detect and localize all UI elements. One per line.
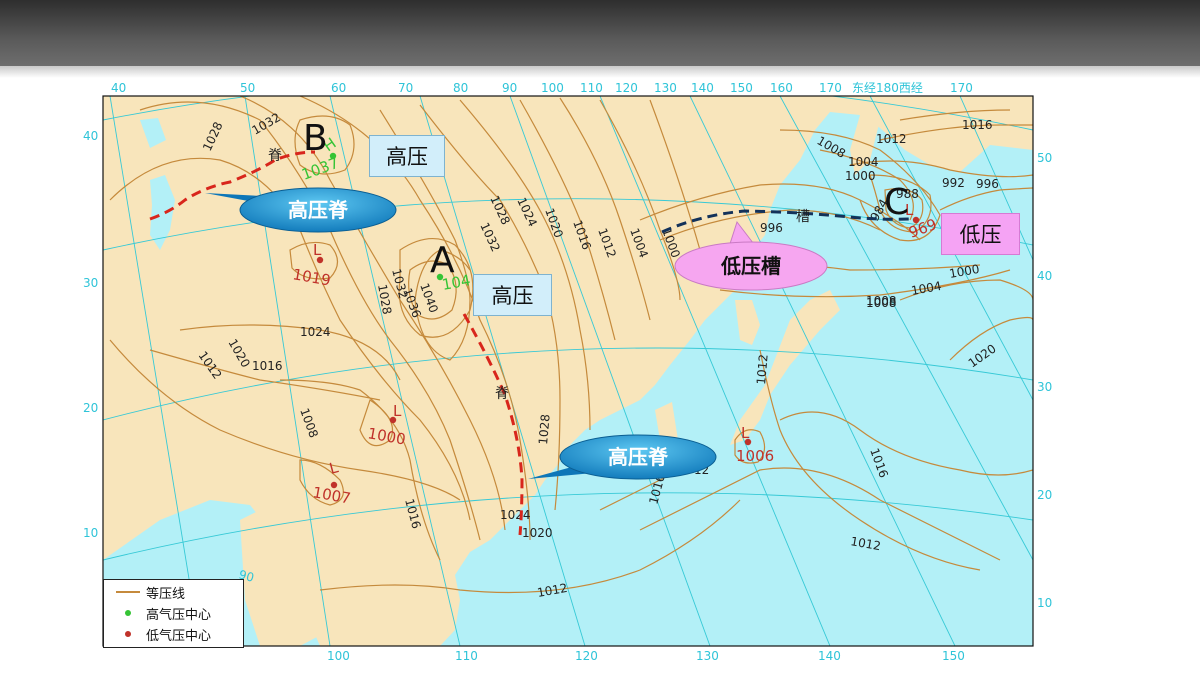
lon-label-top: 50 [240, 81, 255, 95]
lon-label-bottom: 130 [696, 649, 719, 663]
label-high-pressure-1: 高压 [369, 135, 445, 177]
svg-text:L: L [741, 424, 750, 442]
lon-label-top: 70 [398, 81, 413, 95]
lat-label-right: 50 [1037, 151, 1052, 165]
isobar-label: 1012 [754, 354, 771, 386]
legend-isobar: 等压线 [110, 582, 185, 602]
svg-text:高压脊: 高压脊 [608, 445, 669, 469]
isobar-label: 1028 [536, 414, 553, 446]
isobar-label: 1008 [866, 294, 897, 308]
svg-text:L: L [393, 402, 402, 420]
isobar-label: 996 [760, 221, 783, 235]
map-legend: 等压线 高气压中心 低气压中心 [103, 579, 244, 648]
lon-label-top: 60 [331, 81, 346, 95]
isobar-label: 1004 [848, 155, 879, 169]
ridge-mark: 脊 [495, 386, 509, 402]
lon-label-top: 120 [615, 81, 638, 95]
isobar-label: 1024 [300, 325, 331, 339]
lat-label-right: 40 [1037, 269, 1052, 283]
isobar-label: 1000 [845, 169, 876, 183]
lat-label-left: 20 [83, 401, 98, 415]
isobar-label: 1024 [500, 508, 531, 522]
lat-label-left: 10 [83, 526, 98, 540]
legend-high: 高气压中心 [110, 603, 211, 623]
letter-B: B [303, 118, 328, 159]
lat-label-left: 40 [83, 129, 98, 143]
lon-label-top: 40 [111, 81, 126, 95]
lon-label-top: 110 [580, 81, 603, 95]
lon-label-top: 140 [691, 81, 714, 95]
svg-text:1006: 1006 [736, 447, 774, 465]
weather-map: 40 50 60 70 80 90 100 110 120 130 140 15… [80, 80, 1058, 663]
lon-label-top: 160 [770, 81, 793, 95]
isobar-label: 1016 [962, 118, 993, 132]
lon-label-top: 130 [654, 81, 677, 95]
label-high-pressure-2: 高压 [473, 274, 552, 316]
ridge-mark: 脊 [268, 148, 282, 164]
lon-label-bottom: 110 [455, 649, 478, 663]
lon-label-top: 150 [730, 81, 753, 95]
isobar-label: 1020 [522, 526, 553, 540]
lon-label-bottom: 150 [942, 649, 965, 663]
low-dot-icon [125, 631, 131, 637]
lon-label-bottom: 120 [575, 649, 598, 663]
svg-text:L: L [313, 241, 322, 259]
trough-mark: 槽 [796, 209, 810, 225]
isobar-label: 1012 [876, 132, 907, 146]
lat-label-right: 30 [1037, 380, 1052, 394]
lon-label-top: 东经180西经 [852, 81, 923, 95]
letter-C: C [884, 182, 909, 223]
lat-label-right: 10 [1037, 596, 1052, 610]
lon-label-top: 80 [453, 81, 468, 95]
isobar-label: 992 [942, 176, 965, 190]
isobar-label: 1016 [252, 359, 283, 373]
isobar-line-icon [116, 591, 140, 593]
lat-label-left: 30 [83, 276, 98, 290]
legend-low: 低气压中心 [110, 624, 211, 644]
lon-label-top: 100 [541, 81, 564, 95]
letter-A: A [430, 240, 455, 281]
svg-text:高压脊: 高压脊 [288, 198, 349, 222]
label-low-pressure: 低压 [941, 213, 1020, 255]
isobar-label: 996 [976, 177, 999, 191]
high-dot-icon [125, 610, 131, 616]
lon-label-bottom: 140 [818, 649, 841, 663]
lon-label-top: 170 [819, 81, 842, 95]
lon-label-bottom: 100 [327, 649, 350, 663]
lon-label-top: 170 [950, 81, 973, 95]
lat-label-right: 20 [1037, 488, 1052, 502]
lon-label-top: 90 [502, 81, 517, 95]
svg-text:低压槽: 低压槽 [720, 254, 781, 278]
